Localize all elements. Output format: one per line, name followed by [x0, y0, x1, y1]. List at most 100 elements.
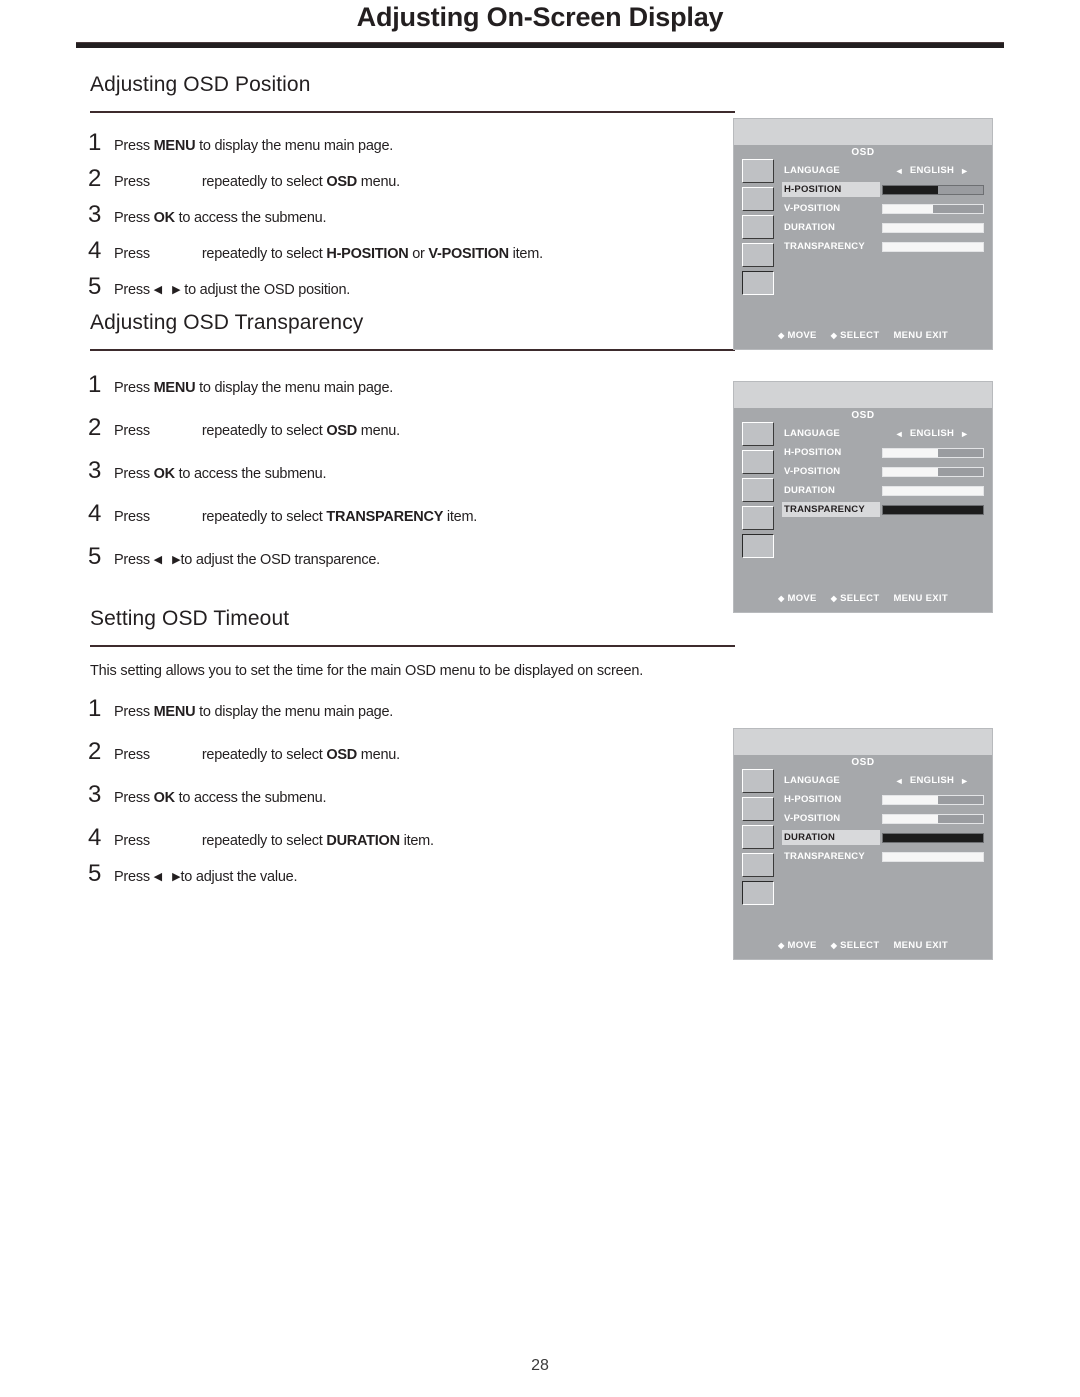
osd-slider[interactable] — [882, 466, 984, 477]
osd-footer: ◆ MOVE ◆ SELECT MENU EXIT — [734, 593, 992, 604]
step-text-post: to access the submenu. — [174, 466, 327, 482]
step-text-pre: Press — [114, 790, 154, 806]
osd-row-label: DURATION — [782, 830, 880, 845]
step-text: Press OK to access the submenu. — [114, 790, 327, 807]
step-text-pre: Press — [114, 704, 154, 720]
osd-footer-select: ◆ SELECT — [831, 593, 880, 604]
step-number: 5 — [88, 273, 102, 300]
step-text: Press ◀ ▶to adjust the value. — [114, 869, 298, 886]
step-text-mid: repeatedly to select — [201, 423, 327, 439]
osd-menu-rows: LANGUAGE ◄ ENGLISH ► H-POSITION V-POSITI… — [782, 424, 984, 519]
osd-row-v-position[interactable]: V-POSITION — [782, 462, 984, 481]
step-text-bold: DURATION — [326, 833, 400, 849]
step-number: 5 — [88, 860, 102, 887]
osd-row-transparency[interactable]: TRANSPARENCY — [782, 237, 984, 256]
osd-button[interactable] — [742, 797, 774, 821]
right-arrow-icon[interactable]: ► — [960, 429, 969, 439]
step-text-pre: Press — [114, 174, 150, 190]
list-item: 3 Press OK to access the submenu. — [88, 783, 738, 807]
left-arrow-icon[interactable]: ◄ — [895, 776, 904, 786]
osd-row-h-position[interactable]: H-POSITION — [782, 443, 984, 462]
osd-button[interactable] — [742, 243, 774, 267]
osd-row-label: TRANSPARENCY — [784, 241, 865, 252]
osd-slider[interactable] — [882, 485, 984, 496]
osd-row-value: ◄ ENGLISH ► — [880, 165, 984, 176]
osd-slider[interactable] — [882, 832, 984, 843]
section-heading: Adjusting OSD Position — [90, 73, 311, 96]
step-text-pre: Press — [114, 282, 154, 298]
osd-row-language[interactable]: LANGUAGE ◄ ENGLISH ► — [782, 161, 984, 180]
osd-button[interactable] — [742, 215, 774, 239]
osd-language-value: ENGLISH — [909, 165, 955, 176]
step-text-pre: Press — [114, 466, 154, 482]
osd-row-language[interactable]: LANGUAGE ◄ ENGLISH ► — [782, 771, 984, 790]
osd-row-value: ◄ ENGLISH ► — [880, 775, 984, 786]
list-item: 5 Press ◀ ▶ to adjust the OSD position. — [88, 275, 738, 299]
osd-row-h-position[interactable]: H-POSITION — [782, 180, 984, 199]
osd-row-transparency[interactable]: TRANSPARENCY — [782, 847, 984, 866]
osd-slider[interactable] — [882, 851, 984, 862]
step-text-post: menu. — [357, 423, 400, 439]
osd-slider[interactable] — [882, 447, 984, 458]
right-arrow-icon[interactable]: ► — [960, 166, 969, 176]
osd-footer-select: ◆ SELECT — [831, 330, 880, 341]
osd-row-transparency[interactable]: TRANSPARENCY — [782, 500, 984, 519]
osd-slider[interactable] — [882, 184, 984, 195]
diamond-icon: ◆ — [778, 594, 785, 603]
step-text-post: to access the submenu. — [174, 790, 327, 806]
osd-button[interactable] — [742, 769, 774, 793]
osd-button[interactable] — [742, 187, 774, 211]
osd-button[interactable] — [742, 271, 774, 295]
step-text: Press ◀ ▶to adjust the OSD transparence. — [114, 552, 380, 569]
step-text: Press repeatedly to select OSD menu. — [114, 747, 400, 764]
osd-button[interactable] — [742, 853, 774, 877]
osd-button[interactable] — [742, 422, 774, 446]
osd-row-label: TRANSPARENCY — [784, 851, 865, 862]
osd-button[interactable] — [742, 159, 774, 183]
osd-button[interactable] — [742, 534, 774, 558]
osd-row-duration[interactable]: DURATION — [782, 828, 984, 847]
osd-slider-fill — [883, 833, 983, 842]
step-text: Press ◀ ▶ to adjust the OSD position. — [114, 282, 350, 299]
step-number: 4 — [88, 500, 102, 527]
list-item: 5 Press ◀ ▶to adjust the value. — [88, 862, 738, 886]
left-arrow-icon[interactable]: ◄ — [895, 166, 904, 176]
step-text-post: to display the menu main page. — [195, 138, 394, 154]
osd-row-v-position[interactable]: V-POSITION — [782, 809, 984, 828]
osd-button-column — [742, 422, 774, 562]
osd-button[interactable] — [742, 881, 774, 905]
list-item: 4 Press repeatedly to select H-POSITION o… — [88, 239, 738, 263]
osd-row-language[interactable]: LANGUAGE ◄ ENGLISH ► — [782, 424, 984, 443]
osd-row-duration[interactable]: DURATION — [782, 481, 984, 500]
section-divider — [90, 349, 735, 351]
osd-footer-move: ◆ MOVE — [778, 330, 817, 341]
osd-slider[interactable] — [882, 241, 984, 252]
osd-slider[interactable] — [882, 504, 984, 515]
osd-footer-label: MOVE — [787, 330, 817, 341]
osd-row-h-position[interactable]: H-POSITION — [782, 790, 984, 809]
header-divider — [76, 42, 1004, 48]
osd-slider[interactable] — [882, 222, 984, 233]
osd-slider[interactable] — [882, 794, 984, 805]
osd-slider[interactable] — [882, 203, 984, 214]
step-text: Press repeatedly to select TRANSPARENCY i… — [114, 509, 477, 526]
step-text: Press MENU to display the menu main page… — [114, 380, 393, 397]
osd-button[interactable] — [742, 478, 774, 502]
osd-button[interactable] — [742, 450, 774, 474]
left-right-arrow-icon: ◀ ▶ — [153, 554, 181, 566]
osd-slider-fill — [883, 223, 983, 232]
left-arrow-icon[interactable]: ◄ — [895, 429, 904, 439]
osd-row-v-position[interactable]: V-POSITION — [782, 199, 984, 218]
diamond-icon: ◆ — [830, 941, 838, 950]
list-item: 1 Press MENU to display the menu main pa… — [88, 697, 738, 721]
osd-button[interactable] — [742, 506, 774, 530]
osd-slider[interactable] — [882, 813, 984, 824]
osd-row-value: ◄ ENGLISH ► — [880, 428, 984, 439]
list-item: 2 Press repeatedly to select OSD menu. — [88, 416, 738, 440]
osd-button[interactable] — [742, 825, 774, 849]
section-divider — [90, 645, 735, 647]
right-arrow-icon[interactable]: ► — [960, 776, 969, 786]
osd-row-duration[interactable]: DURATION — [782, 218, 984, 237]
step-number: 3 — [88, 201, 102, 228]
step-text-pre: Press — [114, 210, 154, 226]
